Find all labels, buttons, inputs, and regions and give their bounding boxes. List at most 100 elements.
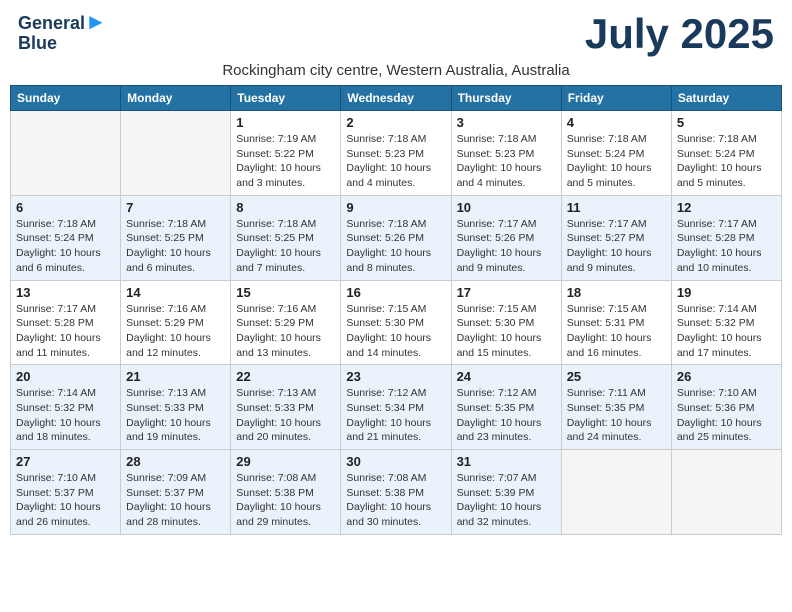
day-info: Sunrise: 7:10 AMSunset: 5:37 PMDaylight:…: [16, 471, 115, 530]
day-number: 28: [126, 454, 225, 469]
weekday-header-wednesday: Wednesday: [341, 86, 451, 111]
day-info: Sunrise: 7:14 AMSunset: 5:32 PMDaylight:…: [16, 386, 115, 445]
day-info: Sunrise: 7:11 AMSunset: 5:35 PMDaylight:…: [567, 386, 666, 445]
day-info: Sunrise: 7:18 AMSunset: 5:24 PMDaylight:…: [16, 217, 115, 276]
page-header: General► Blue July 2025: [10, 10, 782, 58]
day-number: 1: [236, 115, 335, 130]
calendar-cell: 11Sunrise: 7:17 AMSunset: 5:27 PMDayligh…: [561, 195, 671, 280]
day-number: 24: [457, 369, 556, 384]
day-info: Sunrise: 7:18 AMSunset: 5:26 PMDaylight:…: [346, 217, 445, 276]
calendar-cell: 14 Sunrise: 7:16 AMSunset: 5:29 PMDayligh…: [121, 280, 231, 365]
day-info: Sunrise: 7:07 AMSunset: 5:39 PMDaylight:…: [457, 471, 556, 530]
calendar-cell: 13Sunrise: 7:17 AMSunset: 5:28 PMDayligh…: [11, 280, 121, 365]
weekday-header-saturday: Saturday: [671, 86, 781, 111]
calendar-cell: 23 Sunrise: 7:12 AMSunset: 5:34 PMDayligh…: [341, 365, 451, 450]
calendar-cell: [11, 111, 121, 196]
day-info: Sunrise: 7:08 AMSunset: 5:38 PMDaylight:…: [236, 471, 335, 530]
calendar-cell: 25 Sunrise: 7:11 AMSunset: 5:35 PMDayligh…: [561, 365, 671, 450]
logo: General► Blue: [18, 10, 107, 54]
day-info: Sunrise: 7:18 AMSunset: 5:25 PMDaylight:…: [126, 217, 225, 276]
calendar-cell: [561, 450, 671, 535]
logo-blue: Blue: [18, 34, 107, 54]
day-info: Sunrise: 7:18 AMSunset: 5:23 PMDaylight:…: [457, 132, 556, 191]
day-info: Sunrise: 7:18 AMSunset: 5:24 PMDaylight:…: [567, 132, 666, 191]
month-title: July 2025: [585, 10, 774, 58]
calendar-cell: 15 Sunrise: 7:16 AMSunset: 5:29 PMDayligh…: [231, 280, 341, 365]
calendar-week-row: 6 Sunrise: 7:18 AMSunset: 5:24 PMDaylight…: [11, 195, 782, 280]
day-info: Sunrise: 7:16 AMSunset: 5:29 PMDaylight:…: [126, 302, 225, 361]
day-number: 3: [457, 115, 556, 130]
calendar-cell: 5 Sunrise: 7:18 AMSunset: 5:24 PMDaylight…: [671, 111, 781, 196]
weekday-header-monday: Monday: [121, 86, 231, 111]
day-number: 23: [346, 369, 445, 384]
day-number: 16: [346, 285, 445, 300]
calendar-cell: 3 Sunrise: 7:18 AMSunset: 5:23 PMDaylight…: [451, 111, 561, 196]
day-number: 6: [16, 200, 115, 215]
day-info: Sunrise: 7:19 AMSunset: 5:22 PMDaylight:…: [236, 132, 335, 191]
day-number: 21: [126, 369, 225, 384]
calendar-cell: 17 Sunrise: 7:15 AMSunset: 5:30 PMDayligh…: [451, 280, 561, 365]
calendar-cell: 19 Sunrise: 7:14 AMSunset: 5:32 PMDayligh…: [671, 280, 781, 365]
day-info: Sunrise: 7:18 AMSunset: 5:24 PMDaylight:…: [677, 132, 776, 191]
day-info: Sunrise: 7:12 AMSunset: 5:34 PMDaylight:…: [346, 386, 445, 445]
calendar-cell: 1 Sunrise: 7:19 AMSunset: 5:22 PMDaylight…: [231, 111, 341, 196]
day-number: 22: [236, 369, 335, 384]
day-number: 8: [236, 200, 335, 215]
day-info: Sunrise: 7:14 AMSunset: 5:32 PMDaylight:…: [677, 302, 776, 361]
calendar-cell: 26 Sunrise: 7:10 AMSunset: 5:36 PMDayligh…: [671, 365, 781, 450]
calendar-cell: 20Sunrise: 7:14 AMSunset: 5:32 PMDayligh…: [11, 365, 121, 450]
day-number: 12: [677, 200, 776, 215]
day-number: 31: [457, 454, 556, 469]
logo-general: General►: [18, 10, 107, 34]
calendar-cell: 24Sunrise: 7:12 AMSunset: 5:35 PMDayligh…: [451, 365, 561, 450]
calendar-cell: 7 Sunrise: 7:18 AMSunset: 5:25 PMDaylight…: [121, 195, 231, 280]
day-number: 27: [16, 454, 115, 469]
day-number: 29: [236, 454, 335, 469]
calendar-cell: 2 Sunrise: 7:18 AMSunset: 5:23 PMDaylight…: [341, 111, 451, 196]
calendar-cell: 10Sunrise: 7:17 AMSunset: 5:26 PMDayligh…: [451, 195, 561, 280]
calendar-cell: 31 Sunrise: 7:07 AMSunset: 5:39 PMDayligh…: [451, 450, 561, 535]
calendar-cell: 9 Sunrise: 7:18 AMSunset: 5:26 PMDaylight…: [341, 195, 451, 280]
day-number: 15: [236, 285, 335, 300]
day-info: Sunrise: 7:09 AMSunset: 5:37 PMDaylight:…: [126, 471, 225, 530]
weekday-header-tuesday: Tuesday: [231, 86, 341, 111]
calendar-cell: 4Sunrise: 7:18 AMSunset: 5:24 PMDaylight…: [561, 111, 671, 196]
day-number: 18: [567, 285, 666, 300]
day-info: Sunrise: 7:17 AMSunset: 5:27 PMDaylight:…: [567, 217, 666, 276]
day-number: 19: [677, 285, 776, 300]
calendar-cell: 6 Sunrise: 7:18 AMSunset: 5:24 PMDaylight…: [11, 195, 121, 280]
calendar-cell: 30 Sunrise: 7:08 AMSunset: 5:38 PMDayligh…: [341, 450, 451, 535]
day-number: 10: [457, 200, 556, 215]
calendar-week-row: 20Sunrise: 7:14 AMSunset: 5:32 PMDayligh…: [11, 365, 782, 450]
day-number: 13: [16, 285, 115, 300]
day-number: 7: [126, 200, 225, 215]
day-number: 14: [126, 285, 225, 300]
day-number: 9: [346, 200, 445, 215]
day-info: Sunrise: 7:13 AMSunset: 5:33 PMDaylight:…: [236, 386, 335, 445]
weekday-header-sunday: Sunday: [11, 86, 121, 111]
subtitle: Rockingham city centre, Western Australi…: [10, 62, 782, 79]
calendar-cell: 18 Sunrise: 7:15 AMSunset: 5:31 PMDayligh…: [561, 280, 671, 365]
day-info: Sunrise: 7:15 AMSunset: 5:31 PMDaylight:…: [567, 302, 666, 361]
day-info: Sunrise: 7:16 AMSunset: 5:29 PMDaylight:…: [236, 302, 335, 361]
day-info: Sunrise: 7:15 AMSunset: 5:30 PMDaylight:…: [457, 302, 556, 361]
day-info: Sunrise: 7:17 AMSunset: 5:28 PMDaylight:…: [677, 217, 776, 276]
day-number: 5: [677, 115, 776, 130]
calendar-header-row: SundayMondayTuesdayWednesdayThursdayFrid…: [11, 86, 782, 111]
day-number: 26: [677, 369, 776, 384]
day-info: Sunrise: 7:18 AMSunset: 5:23 PMDaylight:…: [346, 132, 445, 191]
calendar-cell: 28 Sunrise: 7:09 AMSunset: 5:37 PMDayligh…: [121, 450, 231, 535]
day-number: 30: [346, 454, 445, 469]
calendar-week-row: 1 Sunrise: 7:19 AMSunset: 5:22 PMDaylight…: [11, 111, 782, 196]
day-info: Sunrise: 7:10 AMSunset: 5:36 PMDaylight:…: [677, 386, 776, 445]
calendar-cell: 16 Sunrise: 7:15 AMSunset: 5:30 PMDayligh…: [341, 280, 451, 365]
calendar-cell: [121, 111, 231, 196]
day-number: 2: [346, 115, 445, 130]
day-info: Sunrise: 7:08 AMSunset: 5:38 PMDaylight:…: [346, 471, 445, 530]
day-info: Sunrise: 7:15 AMSunset: 5:30 PMDaylight:…: [346, 302, 445, 361]
weekday-header-friday: Friday: [561, 86, 671, 111]
day-number: 25: [567, 369, 666, 384]
day-number: 17: [457, 285, 556, 300]
calendar-cell: 29 Sunrise: 7:08 AMSunset: 5:38 PMDayligh…: [231, 450, 341, 535]
weekday-header-thursday: Thursday: [451, 86, 561, 111]
